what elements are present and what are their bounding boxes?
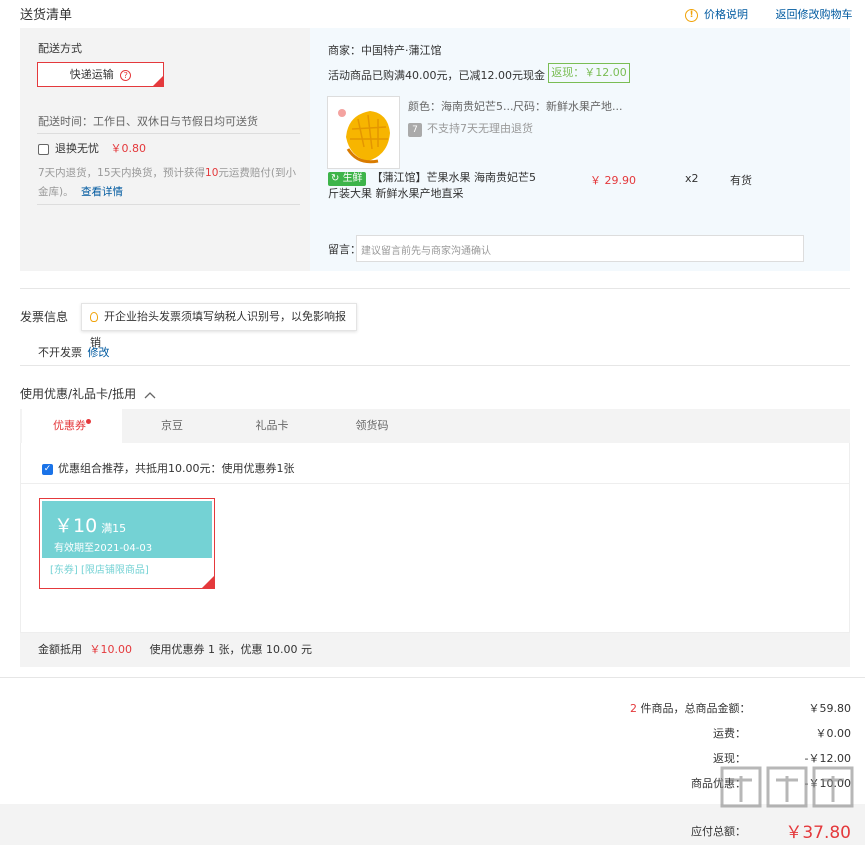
goods-count: 2 件商品，总商品金额：: [630, 702, 751, 715]
divider: [37, 133, 300, 134]
product-title[interactable]: ↻ 生鲜 【蒲江馆】芒果水果 海南贵妃芒5 斤装大果 新鲜水果产地直采: [328, 170, 543, 202]
chevron-up-icon: [144, 391, 156, 398]
product-price: ￥ 29.90: [590, 174, 636, 187]
cashback-badge: 返现：￥12.00: [548, 63, 630, 83]
return-worry-desc: 7天内退货，15天内换货，预计获得10元运费赔付(到小 金库)。 查看详情: [38, 167, 297, 198]
no-return-note: 7 不支持7天无理由退货: [408, 120, 533, 137]
warning-icon: !: [685, 8, 698, 22]
shipping-method-button[interactable]: 快递运输 ?: [37, 62, 164, 87]
checkbox-checked-icon[interactable]: ✓: [42, 463, 53, 475]
coupon-face: ￥10 满15 有效期至2021-04-03: [42, 501, 212, 558]
discount-summary: 金额抵用 ￥10.00 使用优惠券 1 张，优惠 10.00 元: [20, 633, 850, 667]
return-worry-price: ￥0.80: [110, 142, 147, 155]
divider: [37, 204, 300, 205]
divider: [20, 365, 850, 366]
return-worry-label: 退换无忧: [55, 142, 99, 155]
no-return-icon: 7: [408, 123, 422, 137]
fresh-badge: ↻ 生鲜: [328, 172, 366, 186]
invoice-tip: 开企业抬头发票须填写纳税人识别号，以免影响报销: [81, 303, 357, 349]
shop-name: 商家：中国特产·蒲江馆: [328, 44, 442, 57]
product-color: 颜色：海南贵妃芒5...: [408, 100, 514, 113]
tab-pickup-code[interactable]: 领货码: [322, 409, 422, 443]
back-to-cart-link[interactable]: 返回修改购物车: [776, 8, 853, 21]
product-qty: x2: [685, 172, 699, 185]
watermark-logo: [720, 766, 854, 808]
selected-corner-icon: [153, 76, 163, 86]
stock-status: 有货: [730, 174, 752, 187]
price-note-link[interactable]: 价格说明: [704, 8, 748, 21]
help-icon[interactable]: ?: [120, 69, 132, 81]
delivery-heading: 配送方式: [38, 42, 82, 55]
coupon-validity: 有效期至2021-04-03: [54, 543, 153, 554]
selected-corner-icon: [202, 576, 214, 588]
promo-text: 活动商品已购满40.00元，已减12.00元现金: [328, 69, 545, 82]
coupon-card[interactable]: ￥10 满15 有效期至2021-04-03 [东券] [限店铺限商品]: [39, 498, 215, 589]
invoice-status: 不开发票 修改: [38, 346, 110, 359]
divider: [20, 288, 850, 289]
invoice-edit-link[interactable]: 修改: [88, 346, 110, 359]
shipping-label: 运费：: [713, 727, 746, 740]
lightbulb-icon: [90, 312, 98, 322]
divider: [0, 677, 865, 678]
return-worry-option[interactable]: 退换无忧 ￥0.80: [38, 140, 146, 156]
new-dot-icon: [86, 419, 91, 424]
discounts-heading[interactable]: 使用优惠/礼品卡/抵用: [20, 385, 156, 402]
coupon-amount: ￥10 满15: [54, 515, 127, 537]
message-input[interactable]: 建议留言前先与商家沟通确认: [356, 235, 804, 262]
product-size: 尺码：新鲜水果产地...: [513, 100, 623, 113]
combo-recommend[interactable]: ✓ 优惠组合推荐，共抵用10.00元：使用优惠券1张: [42, 460, 295, 476]
view-details-link[interactable]: 查看详情: [81, 186, 123, 198]
section-title: 送货清单: [20, 8, 73, 23]
shipping-method-label: 快递运输: [69, 68, 114, 81]
coupon-tags: [东券] [限店铺限商品]: [42, 558, 212, 586]
delivery-time: 配送时间：工作日、双休日与节假日均可送货: [38, 115, 258, 128]
tab-gift-card[interactable]: 礼品卡: [222, 409, 322, 443]
coupon-condition: 满15: [101, 522, 127, 535]
invoice-label: 发票信息: [20, 310, 69, 324]
goods-total: ￥59.80: [808, 702, 852, 715]
divider: [20, 483, 850, 484]
tab-coupons[interactable]: 优惠券: [22, 409, 122, 443]
tab-jingdou[interactable]: 京豆: [122, 409, 222, 443]
shipping-amount: ￥0.00: [815, 727, 852, 740]
return-worry-checkbox[interactable]: [38, 143, 49, 155]
top-links: ! 价格说明 返回修改购物车: [685, 6, 853, 22]
product-image[interactable]: [327, 96, 400, 169]
discount-tabs: 优惠券 京豆 礼品卡 领货码: [20, 409, 850, 443]
